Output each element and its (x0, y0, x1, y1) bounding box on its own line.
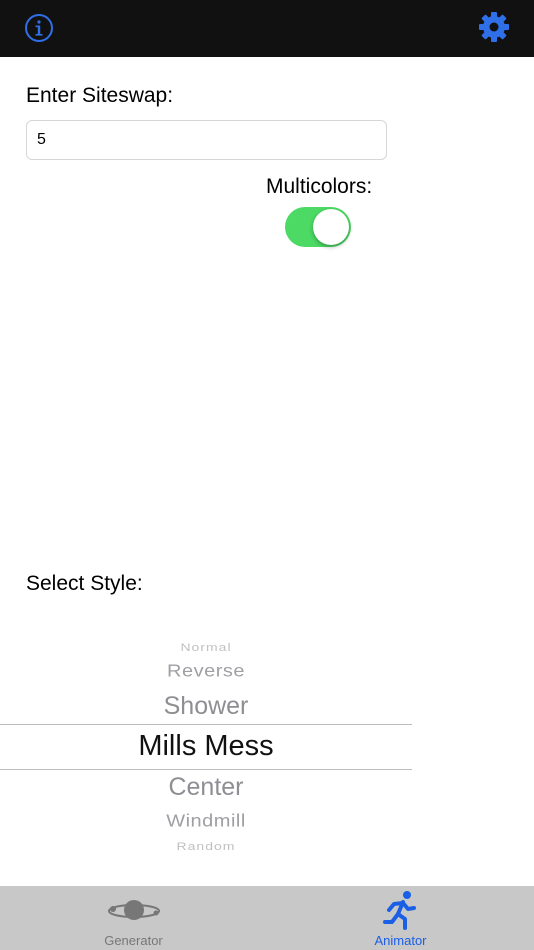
tab-bar: Generator Animator (0, 886, 534, 950)
style-picker[interactable]: Normal Reverse Shower Mills Mess Center … (0, 630, 412, 860)
planet-orbit-icon (108, 900, 160, 920)
picker-option[interactable]: Shower (0, 692, 412, 721)
picker-option[interactable]: Reverse (0, 661, 412, 682)
multicolor-toggle[interactable] (285, 207, 351, 247)
siteswap-input[interactable] (26, 120, 387, 160)
multicolor-label: Multicolors: (266, 175, 373, 198)
top-navigation-bar (0, 0, 534, 57)
tab-generator[interactable]: Generator (0, 886, 267, 950)
picker-option[interactable]: Center (0, 773, 412, 802)
tab-label: Animator (374, 933, 427, 948)
tab-label: Generator (104, 933, 163, 948)
picker-option[interactable]: Random (0, 840, 412, 853)
info-circle-icon[interactable] (24, 13, 54, 43)
picker-option[interactable]: Normal (0, 641, 412, 654)
picker-selected-option[interactable]: Mills Mess (0, 730, 412, 763)
picker-selection-bottom-line (0, 769, 412, 770)
siteswap-label: Enter Siteswap: (26, 84, 174, 107)
picker-selection-top-line (0, 724, 412, 725)
gear-icon[interactable] (478, 11, 510, 43)
running-person-icon (383, 891, 416, 930)
select-style-label: Select Style: (26, 572, 143, 595)
tab-animator[interactable]: Animator (267, 886, 534, 950)
picker-option[interactable]: Windmill (0, 811, 412, 832)
toggle-knob (313, 209, 349, 245)
